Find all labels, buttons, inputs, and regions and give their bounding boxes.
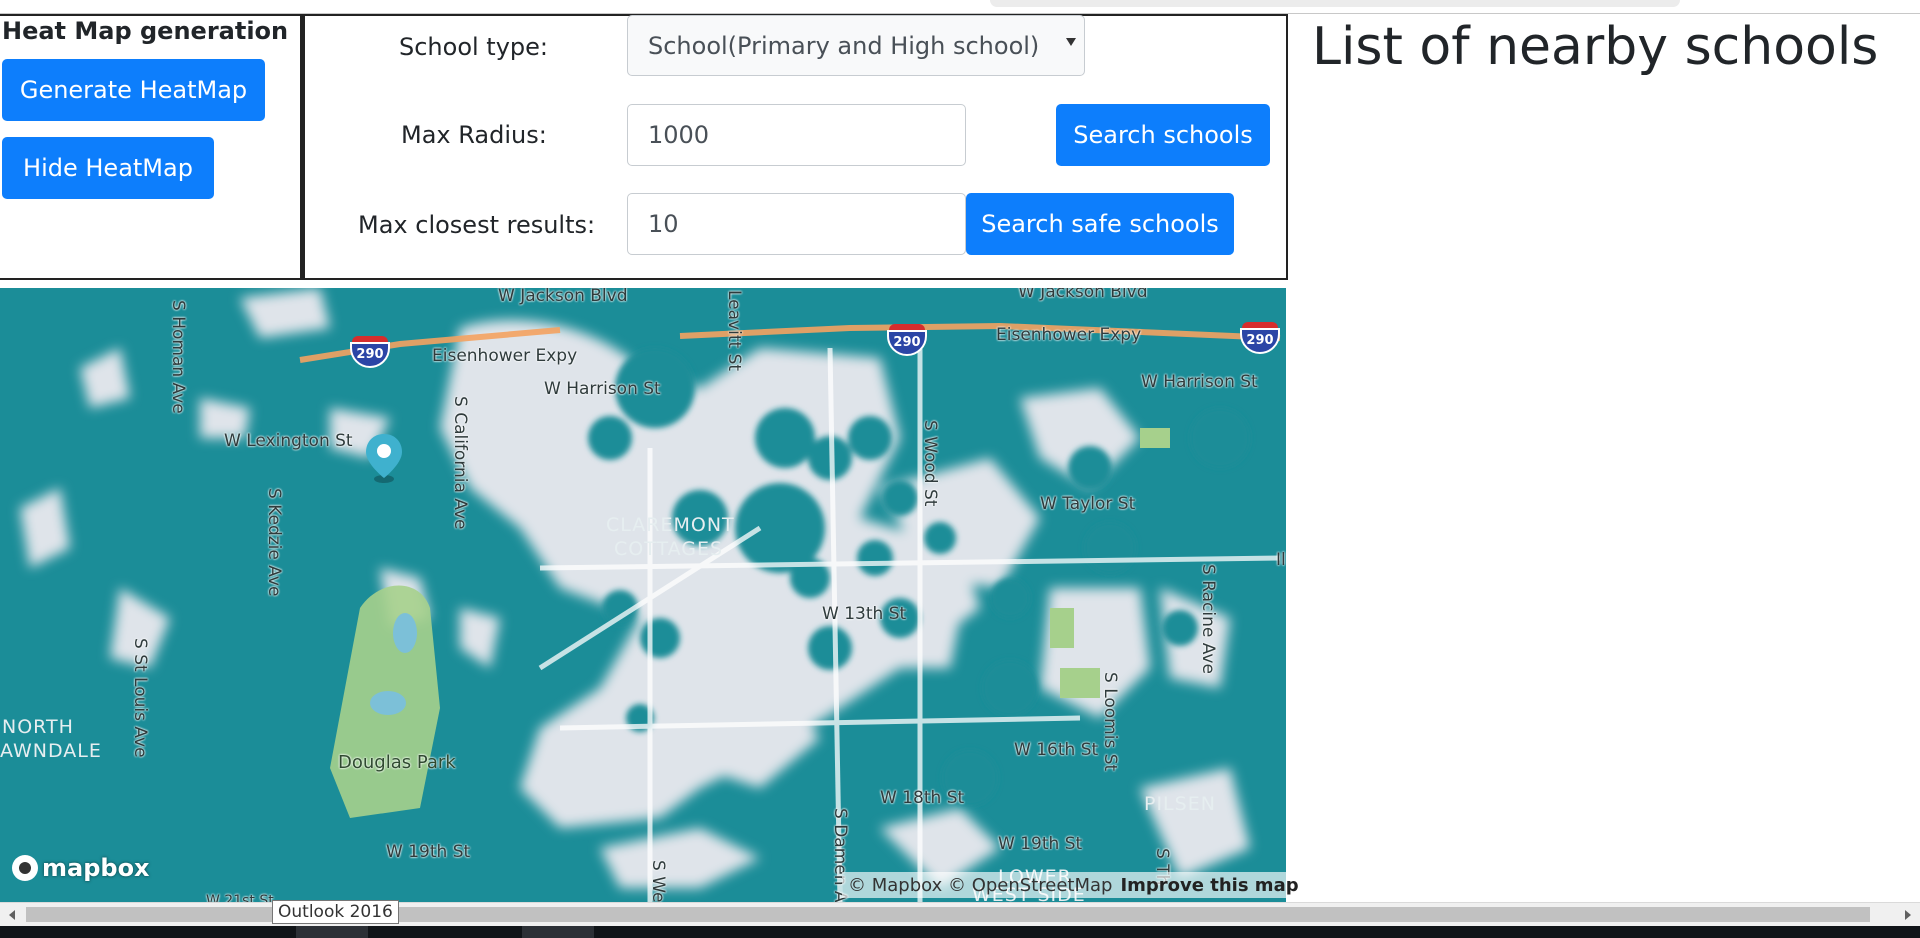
street-label: W Jackson Blvd	[498, 288, 628, 306]
street-label: Eisenhower Expy	[432, 346, 578, 366]
street-label: S Wood St	[920, 420, 940, 507]
max-results-input[interactable]: 10	[627, 193, 966, 255]
max-radius-label: Max Radius:	[401, 121, 547, 149]
interstate-shield: 290	[1240, 322, 1280, 356]
scroll-left-icon[interactable]	[9, 910, 15, 920]
taskbar-tooltip: Outlook 2016	[272, 900, 399, 924]
generate-heatmap-button[interactable]: Generate HeatMap	[2, 59, 265, 121]
location-pin-icon[interactable]	[364, 432, 404, 483]
browser-top-edge	[0, 0, 1920, 14]
mapbox-logo[interactable]: mapbox	[12, 854, 150, 882]
chevron-down-icon	[1066, 38, 1076, 46]
neighborhood-label: NORTH	[2, 716, 74, 738]
street-label: W 16th St	[1014, 740, 1099, 760]
address-bar-edge	[990, 0, 1680, 7]
map-canvas[interactable]: 290 290 290 W Jackson Blvd W Jackson Blv…	[0, 288, 1286, 902]
street-label: W Taylor St	[1040, 494, 1136, 514]
max-radius-value: 1000	[648, 121, 710, 149]
neighborhood-label: AWNDALE	[0, 740, 102, 762]
interstate-shield: 290	[887, 324, 927, 358]
school-type-label: School type:	[399, 33, 549, 61]
street-label: W Harrison St	[1141, 372, 1258, 392]
heatmap-panel-title: Heat Map generation	[2, 17, 289, 45]
search-safe-schools-button[interactable]: Search safe schools	[966, 193, 1234, 255]
street-label: Eisenhower Expy	[996, 325, 1142, 345]
neighborhood-label: PILSEN	[1144, 793, 1216, 815]
street-label: S St Louis Ave	[130, 638, 150, 758]
street-label: S We	[648, 860, 668, 902]
school-type-select-value: School(Primary and High school)	[648, 31, 1040, 60]
street-label: W 19th St	[386, 842, 471, 862]
interstate-shield: 290	[350, 336, 390, 370]
taskbar-item[interactable]	[522, 926, 594, 938]
taskbar-item[interactable]	[296, 926, 368, 938]
hide-heatmap-button[interactable]: Hide HeatMap	[2, 137, 214, 199]
map-attribution: © Mapbox © OpenStreetMap Improve this ma…	[842, 872, 1305, 898]
improve-map-link[interactable]: Improve this map	[1120, 875, 1298, 896]
street-label: W Harrison St	[544, 379, 661, 399]
street-label: Il	[1276, 550, 1286, 570]
school-type-select[interactable]: School(Primary and High school)	[627, 15, 1085, 76]
neighborhood-label: CLAREMONT	[606, 514, 735, 536]
max-results-value: 10	[648, 210, 679, 238]
street-label: Leavitt St	[724, 290, 744, 372]
street-label: S Racine Ave	[1198, 564, 1218, 674]
park-label: Douglas Park	[338, 752, 456, 773]
street-label: W 13th St	[822, 604, 907, 624]
taskbar	[0, 926, 1920, 938]
neighborhood-label: COTTAGES	[614, 538, 724, 560]
street-label: W Lexington St	[224, 431, 353, 451]
attribution-text: © Mapbox © OpenStreetMap	[848, 874, 1113, 896]
results-title: List of nearby schools	[1312, 17, 1879, 77]
street-label: W 21st St	[206, 893, 274, 902]
street-label: S Kedzie Ave	[264, 488, 284, 597]
scroll-right-icon[interactable]	[1905, 910, 1911, 920]
street-label: S Loomis St	[1100, 672, 1120, 772]
street-label: S California Ave	[450, 396, 470, 530]
search-schools-button[interactable]: Search schools	[1056, 104, 1270, 166]
street-label: W 18th St	[880, 788, 965, 808]
mapbox-icon	[12, 855, 38, 881]
street-label: W 19th St	[998, 834, 1083, 854]
street-label: W Jackson Blvd	[1018, 288, 1148, 302]
max-results-label: Max closest results:	[358, 211, 596, 239]
max-radius-input[interactable]: 1000	[627, 104, 966, 166]
street-label: S Homan Ave	[168, 300, 188, 414]
